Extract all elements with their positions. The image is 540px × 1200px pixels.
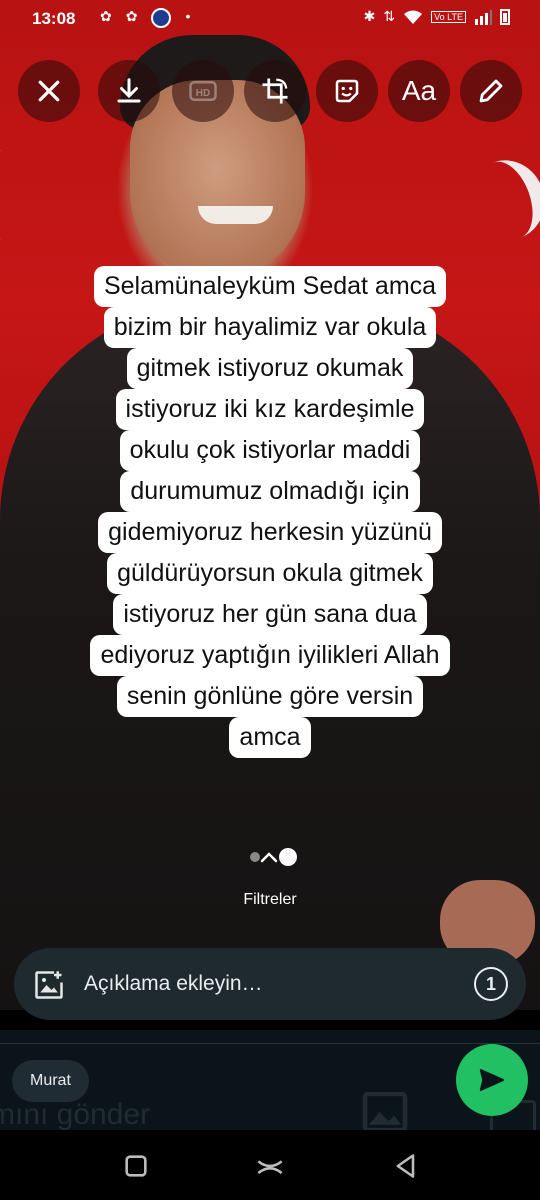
caption-line: bizim bir hayalimiz var okula (103, 307, 437, 348)
divider (0, 1043, 540, 1044)
caption-line: senin gönlüne göre versin (116, 676, 424, 717)
close-button[interactable] (18, 60, 80, 122)
caption-line: okulu çok istiyorlar maddi (119, 430, 421, 471)
flag-crescent-right (458, 149, 540, 251)
back-icon[interactable] (392, 1152, 420, 1180)
send-button[interactable] (456, 1044, 528, 1116)
bluetooth-icon: ✱ (363, 8, 376, 24)
status-bar: 13:08 ✿ ✿ • ✱ ⇅ Vo LTE (0, 0, 540, 38)
notification-icons: ✿ ✿ • (100, 8, 190, 28)
system-icons: ✱ ⇅ Vo LTE (364, 8, 510, 25)
app-notification-icon: ✿ (125, 8, 138, 24)
app-badge-icon (151, 8, 172, 28)
add-image-icon[interactable] (34, 970, 64, 1000)
dot-icon: • (185, 8, 191, 24)
photo-smile (198, 206, 273, 224)
status-time: 13:08 (32, 9, 76, 28)
sticker-icon (335, 79, 359, 103)
download-icon (117, 78, 141, 103)
send-icon (479, 1069, 505, 1091)
caption-line: ediyoruz yaptığın iyilikleri Allah (90, 635, 450, 676)
sticker-button[interactable] (316, 60, 378, 122)
filters-chevron-icon[interactable] (248, 846, 298, 868)
volte-icon: Vo LTE (431, 10, 466, 23)
view-once-toggle[interactable]: 1 (474, 967, 508, 1001)
hd-icon: HD (189, 81, 217, 101)
caption-line: istiyoruz iki kız kardeşimle (115, 389, 425, 430)
svg-text:HD: HD (196, 88, 210, 99)
background-chat-text: mını gönder (0, 1098, 151, 1131)
filters-label[interactable]: Filtreler (0, 891, 540, 909)
caption-input-bar[interactable]: Açıklama ekleyin… 1 (14, 948, 526, 1020)
crop-rotate-button[interactable] (244, 60, 306, 122)
home-icon[interactable] (256, 1152, 284, 1180)
caption-text-overlay[interactable]: Selamünaleyküm Sedat amca bizim bir haya… (50, 266, 490, 758)
signal-icon (475, 9, 492, 25)
text-tool-button[interactable]: Aa (388, 60, 450, 122)
caption-line: durumumuz olmadığı için (120, 471, 420, 512)
crop-rotate-icon (262, 78, 288, 104)
gallery-icon (362, 1092, 408, 1132)
text-tool-label: Aa (401, 75, 437, 106)
data-arrows-icon: ⇅ (383, 8, 396, 24)
recents-icon[interactable] (122, 1152, 150, 1180)
close-icon (38, 80, 60, 102)
caption-line: güldürüyorsun okula gitmek (107, 553, 433, 594)
battery-icon (500, 8, 510, 25)
navigation-bar (0, 1130, 540, 1200)
draw-button[interactable] (460, 60, 522, 122)
caption-line: Selamünaleyküm Sedat amca (93, 266, 447, 307)
hd-button[interactable]: HD (172, 60, 234, 122)
caption-line: amca (229, 717, 311, 758)
caption-input[interactable]: Açıklama ekleyin… (84, 972, 263, 996)
editor-toolbar: HD Aa (18, 60, 528, 124)
caption-line: gitmek istiyoruz okumak (126, 348, 414, 389)
download-button[interactable] (98, 60, 160, 122)
recipient-chip[interactable]: Murat (12, 1060, 89, 1102)
flag-crescent-left (0, 150, 34, 240)
wifi-icon (404, 10, 423, 24)
caption-line: istiyoruz her gün sana dua (113, 594, 427, 635)
pencil-icon (479, 79, 503, 103)
caption-line: gidemiyoruz herkesin yüzünü (98, 512, 442, 553)
app-notification-icon: ✿ (100, 8, 112, 24)
